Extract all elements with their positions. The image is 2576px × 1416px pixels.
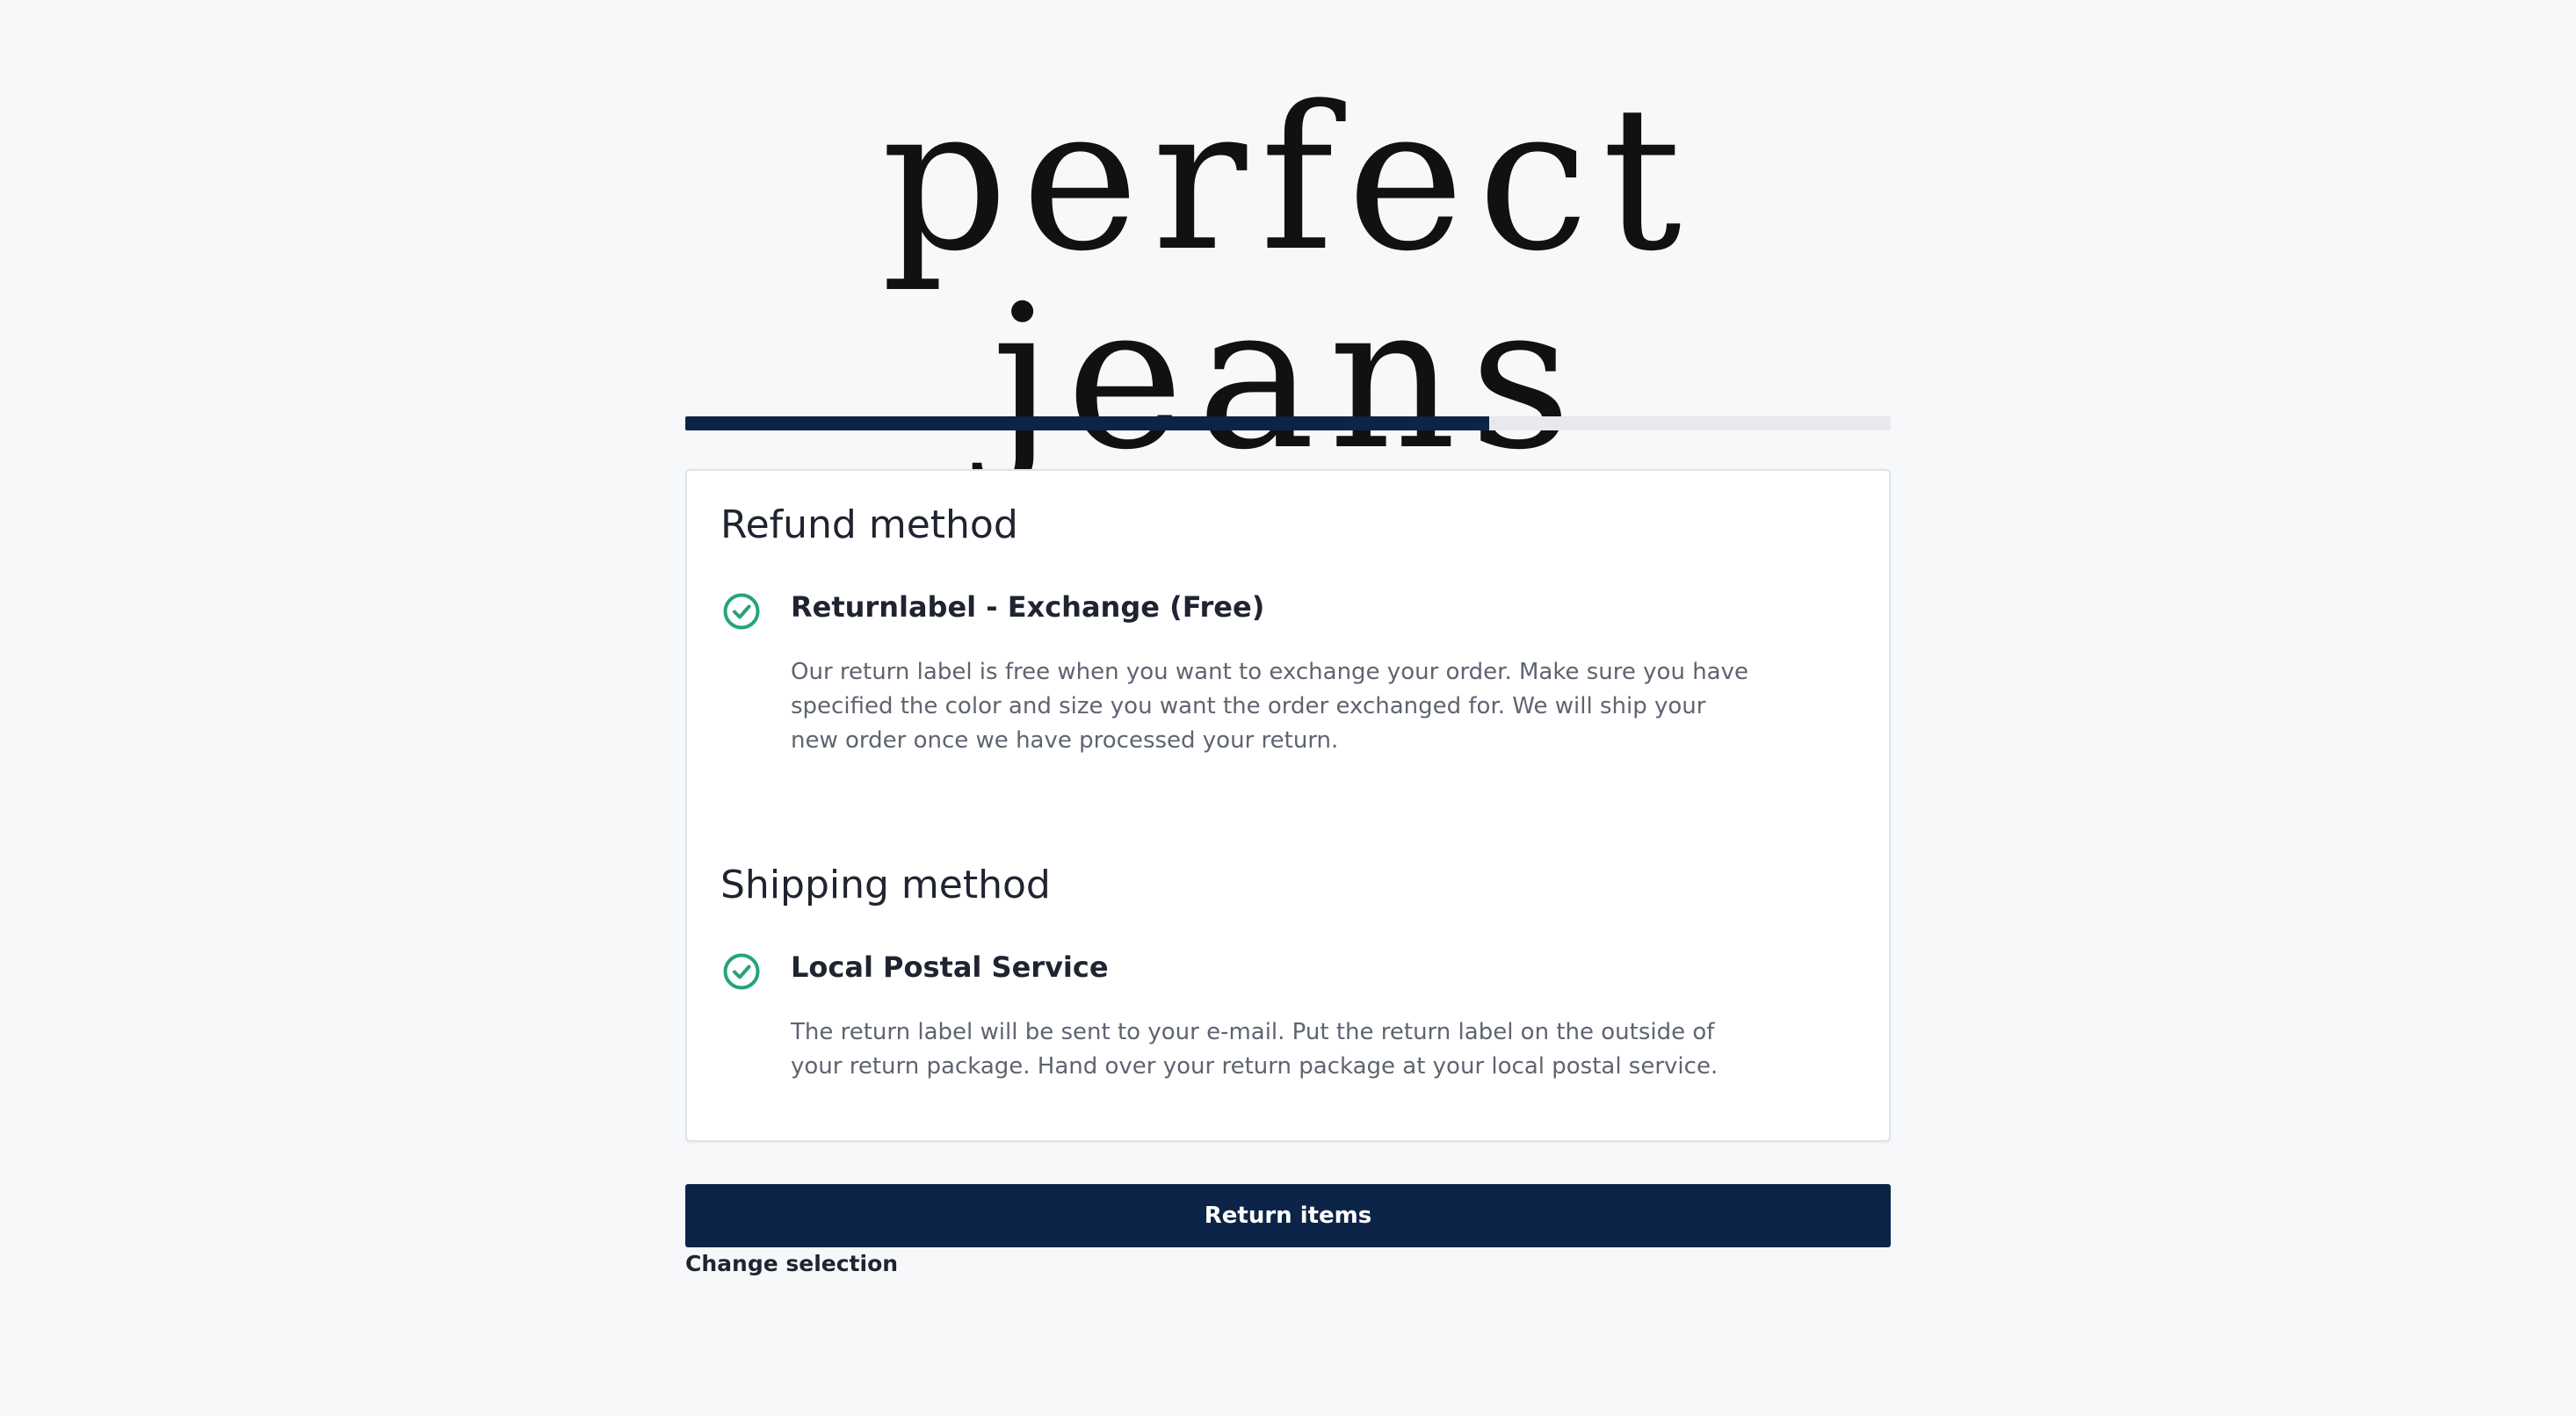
- refund-option-title: Returnlabel - Exchange (Free): [791, 590, 1265, 624]
- shipping-option-title: Local Postal Service: [791, 950, 1109, 984]
- shipping-option-description: The return label will be sent to your e-…: [791, 1019, 1719, 1080]
- check-circle-icon: [722, 592, 761, 631]
- refund-method-title: Refund method: [720, 502, 1018, 547]
- return-items-button[interactable]: Return items: [685, 1184, 1891, 1247]
- change-selection-link[interactable]: Change selection: [685, 1251, 898, 1276]
- progress-bar-fill: [685, 416, 1490, 430]
- return-summary-card: Refund method Returnlabel - Exchange (Fr…: [685, 469, 1891, 1142]
- check-circle-icon: [722, 952, 761, 991]
- shipping-method-title: Shipping method: [720, 863, 1051, 907]
- refund-option-description: Our return label is free when you want t…: [791, 659, 1748, 754]
- progress-bar: [685, 416, 1891, 430]
